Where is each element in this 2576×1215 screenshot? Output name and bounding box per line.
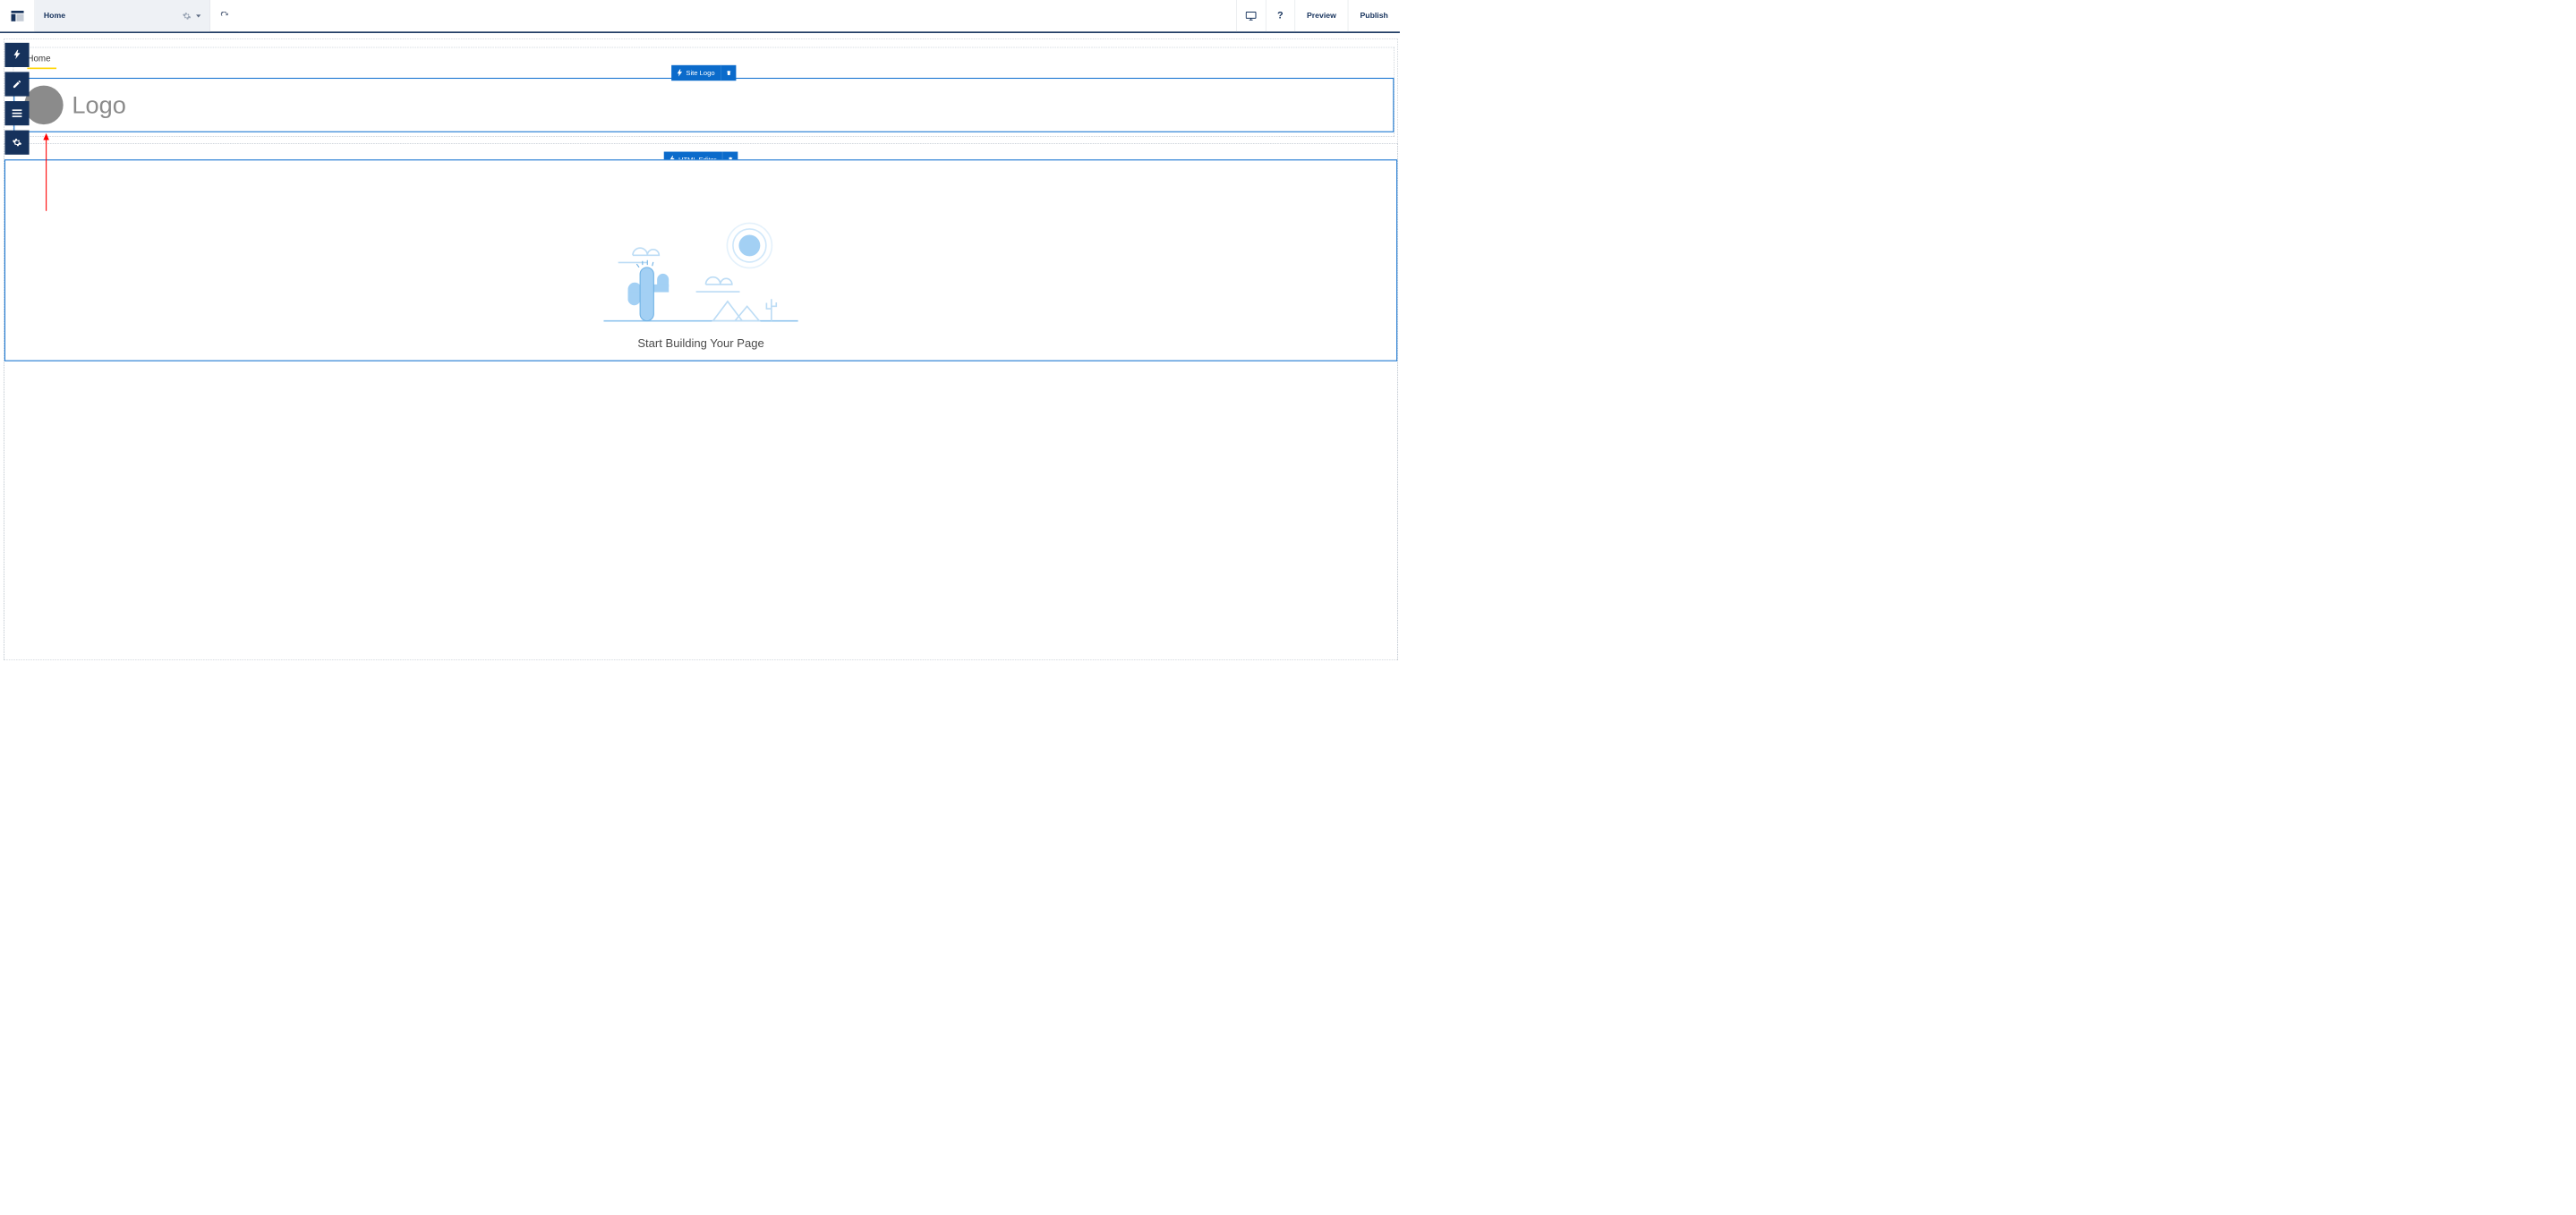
html-editor-box: Start Building Your Page	[4, 159, 1397, 361]
page-structure-button[interactable]	[4, 101, 29, 125]
desert-illustration	[603, 217, 798, 328]
publish-button[interactable]: Publish	[1348, 0, 1400, 31]
theme-panel-button[interactable]	[4, 72, 29, 96]
gear-icon[interactable]	[183, 12, 192, 21]
builder-logo-button[interactable]	[0, 0, 35, 31]
layout-icon	[11, 11, 23, 21]
desktop-icon	[1246, 12, 1257, 21]
component-tag: Site Logo	[671, 65, 736, 81]
trash-icon	[726, 70, 732, 77]
help-icon: ?	[1277, 10, 1284, 21]
topbar-spacer	[239, 0, 1236, 31]
lightning-icon	[678, 69, 682, 77]
empty-state: Start Building Your Page	[5, 160, 1396, 360]
refresh-icon	[220, 12, 229, 21]
settings-panel-button[interactable]	[4, 131, 29, 155]
html-editor-component[interactable]: HTML Editor	[4, 159, 1397, 675]
preview-label: Preview	[1307, 12, 1336, 21]
publish-label: Publish	[1360, 12, 1387, 21]
logo-text: Logo	[72, 91, 125, 120]
site-logo-box: Logo	[13, 78, 1394, 132]
pencil-icon	[13, 80, 22, 89]
component-tag-label[interactable]: Site Logo	[671, 65, 721, 81]
topbar-right: ? Preview Publish	[1236, 0, 1400, 31]
topbar-left: Home	[0, 0, 239, 31]
empty-state-heading: Start Building Your Page	[637, 337, 763, 351]
menu-icon	[13, 109, 22, 117]
site-logo-component[interactable]: Site Logo Logo	[13, 78, 1394, 132]
gear-icon	[13, 138, 22, 148]
logo-image-placeholder	[24, 86, 63, 124]
content-region: HTML Editor	[4, 143, 1397, 660]
dropdown-caret-icon[interactable]	[196, 14, 200, 17]
refresh-button[interactable]	[210, 0, 240, 31]
components-panel-button[interactable]	[4, 43, 29, 67]
help-button[interactable]: ?	[1266, 0, 1295, 31]
lightning-icon	[13, 49, 21, 61]
topbar: Home ?	[0, 0, 1400, 33]
header-region: Home Site Logo Logo	[13, 47, 1395, 137]
delete-component-button[interactable]	[721, 65, 736, 81]
breadcrumb-underline	[27, 68, 56, 70]
page-name: Home	[44, 12, 65, 21]
page-selector[interactable]: Home	[35, 0, 210, 31]
side-palette	[4, 43, 29, 155]
site-logo-tag-text: Site Logo	[686, 69, 714, 77]
preview-button[interactable]: Preview	[1294, 0, 1347, 31]
view-mode-button[interactable]	[1236, 0, 1266, 31]
